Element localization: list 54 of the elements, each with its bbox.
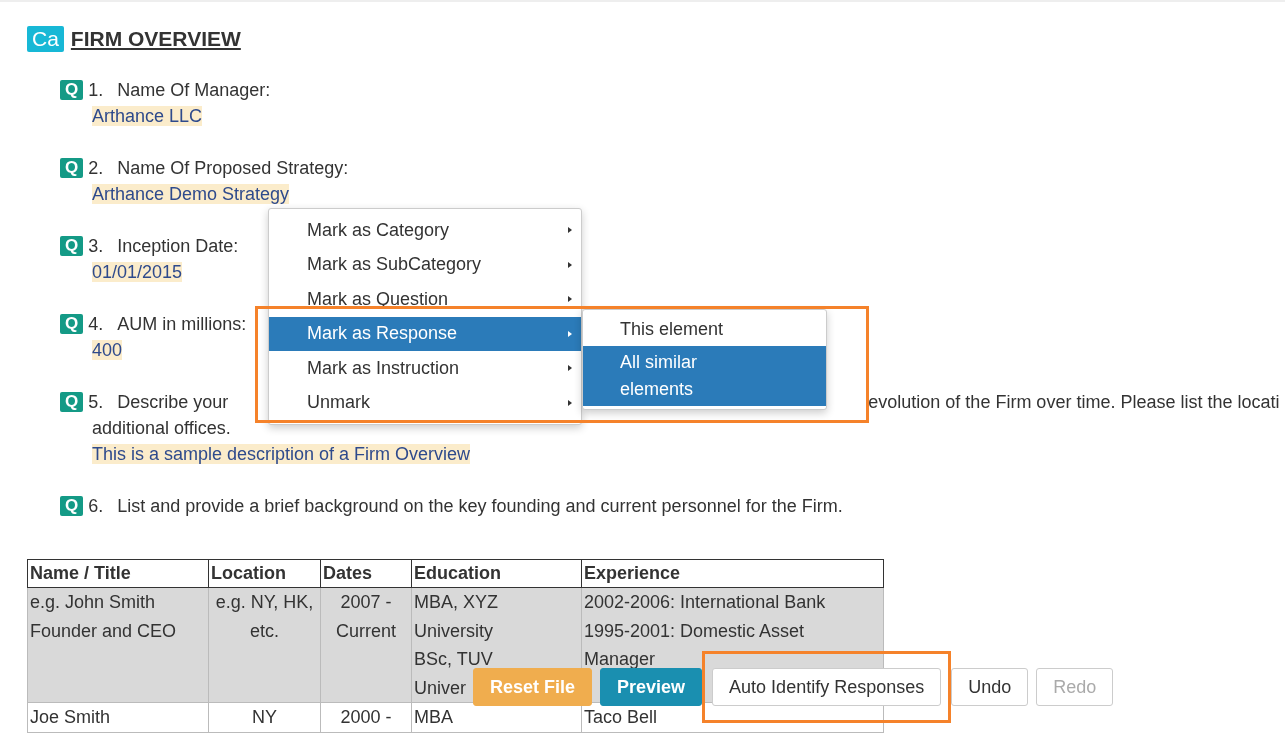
menu-item[interactable]: Mark as SubCategory bbox=[269, 247, 581, 282]
toolbar-button[interactable]: Undo bbox=[951, 668, 1029, 706]
caret-icon bbox=[567, 226, 573, 235]
question-text: Name Of Manager: bbox=[117, 79, 271, 102]
question-text: Describe your bbox=[117, 391, 229, 414]
table-cell: 2007 - Current bbox=[320, 587, 412, 703]
question-badge: Q bbox=[60, 314, 84, 334]
column-header: Dates bbox=[320, 559, 412, 588]
table-cell: Joe Smith bbox=[27, 702, 209, 732]
table-cell: e.g. NY, HK, etc. bbox=[208, 587, 321, 703]
menu-item[interactable]: Mark as Category bbox=[269, 213, 581, 248]
question-number: 1. bbox=[88, 79, 104, 102]
question-text: Inception Date: bbox=[117, 235, 239, 258]
column-header: Name / Title bbox=[27, 559, 209, 588]
question-text: additional offices. bbox=[92, 418, 231, 438]
response-text: Arthance LLC bbox=[92, 106, 203, 126]
caret-icon bbox=[567, 364, 573, 373]
question-number: 6. bbox=[88, 495, 104, 518]
question-badge: Q bbox=[60, 80, 84, 100]
question-badge: Q bbox=[60, 496, 84, 516]
question-number: 2. bbox=[88, 157, 104, 180]
table-cell: e.g. John Smith Founder and CEO bbox=[27, 587, 209, 703]
category-title: FIRM OVERVIEW bbox=[70, 27, 241, 51]
question-badge: Q bbox=[60, 392, 84, 412]
menu-item[interactable]: Mark as Response bbox=[269, 316, 581, 351]
menu-item[interactable]: All similar elements bbox=[583, 346, 826, 406]
column-header: Experience bbox=[581, 559, 884, 588]
column-header: Location bbox=[208, 559, 321, 588]
toolbar-button[interactable]: Auto Identify Responses bbox=[712, 668, 942, 706]
caret-icon bbox=[567, 398, 573, 407]
menu-item[interactable]: This element bbox=[583, 313, 826, 346]
toolbar-button[interactable]: Preview bbox=[600, 668, 703, 706]
category-badge: Ca bbox=[27, 26, 64, 52]
menu-item[interactable]: Mark as Instruction bbox=[269, 351, 581, 386]
question-text: AUM in millions: bbox=[117, 313, 247, 336]
response-text: 01/01/2015 bbox=[92, 262, 183, 282]
response-text: 400 bbox=[92, 340, 123, 360]
caret-icon bbox=[567, 260, 573, 269]
question-badge: Q bbox=[60, 236, 84, 256]
column-header: Education bbox=[411, 559, 582, 588]
table-cell: NY bbox=[208, 702, 321, 732]
question-number: 5. bbox=[88, 391, 104, 414]
question-text: evolution of the Firm over time. Please list the locati bbox=[868, 391, 1280, 414]
question-text: Name Of Proposed Strategy: bbox=[117, 157, 349, 180]
caret-icon bbox=[567, 295, 573, 304]
question-number: 3. bbox=[88, 235, 104, 258]
question-badge: Q bbox=[60, 158, 84, 178]
response-text: This is a sample description of a Firm Overview bbox=[92, 444, 471, 464]
question-number: 4. bbox=[88, 313, 104, 336]
caret-icon bbox=[567, 329, 573, 338]
table-cell: 2000 - bbox=[320, 702, 412, 732]
menu-item[interactable]: Unmark bbox=[269, 385, 581, 420]
question-text: List and provide a brief background on the key founding and current personnel for the Firm. bbox=[117, 495, 843, 518]
response-text: Arthance Demo Strategy bbox=[92, 184, 290, 204]
